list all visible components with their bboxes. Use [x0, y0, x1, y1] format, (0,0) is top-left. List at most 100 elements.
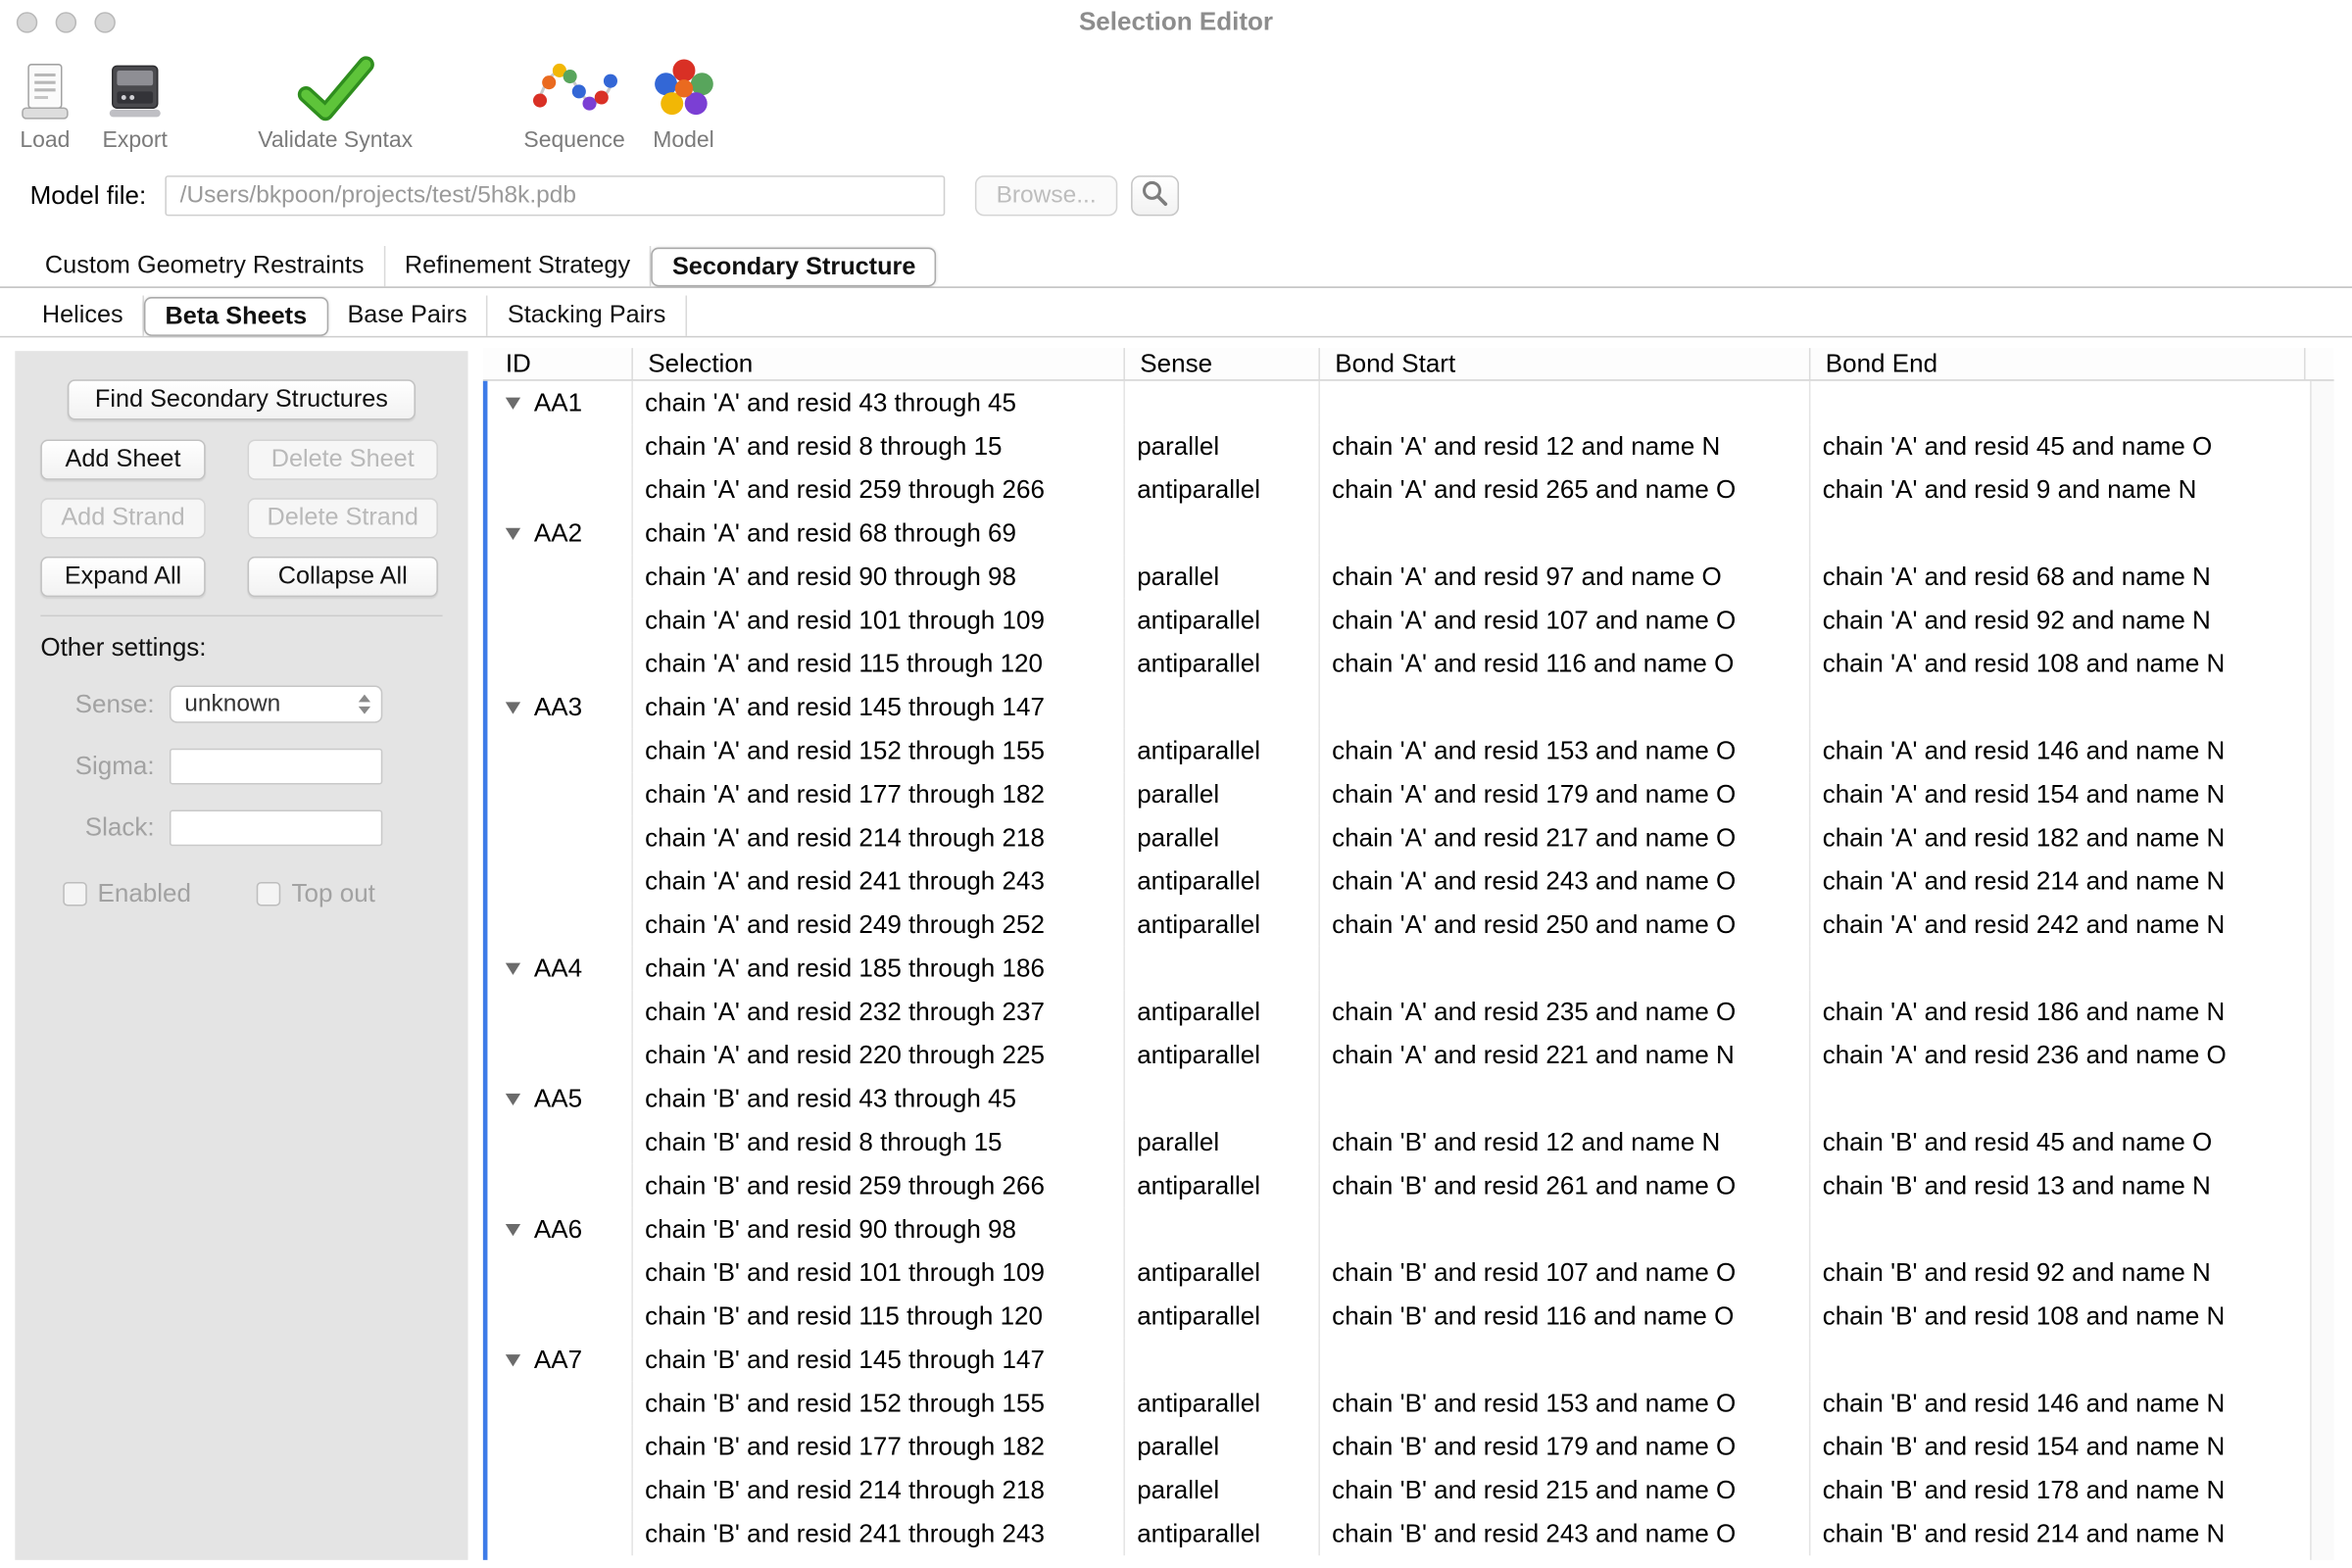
- cell-bond-end: chain 'B' and resid 13 and name N: [1810, 1164, 2311, 1207]
- cell-bond-start: chain 'A' and resid 221 and name N: [1320, 1034, 1811, 1077]
- find-secondary-structures-button[interactable]: Find Secondary Structures: [68, 379, 416, 419]
- tab-base-pairs[interactable]: Base Pairs: [328, 296, 488, 336]
- table-row[interactable]: chain 'A' and resid 8 through 15parallel…: [487, 424, 2311, 467]
- cell-sense: parallel: [1125, 1468, 1320, 1511]
- table-row[interactable]: AA7chain 'B' and resid 145 through 147: [487, 1338, 2311, 1381]
- cell-sense: [1125, 685, 1320, 728]
- zoom-window-button[interactable]: [94, 12, 115, 32]
- vertical-scrollbar[interactable]: [2310, 381, 2333, 1560]
- column-header-bond-start[interactable]: Bond Start: [1320, 348, 1811, 379]
- load-button[interactable]: Load: [15, 45, 74, 153]
- table-row[interactable]: chain 'B' and resid 241 through 243antip…: [487, 1512, 2311, 1555]
- add-strand-button[interactable]: Add Strand: [40, 498, 205, 538]
- table-row[interactable]: AA5chain 'B' and resid 43 through 45: [487, 1077, 2311, 1120]
- table-body[interactable]: AA1chain 'A' and resid 43 through 45chai…: [483, 381, 2312, 1560]
- table-row[interactable]: AA3chain 'A' and resid 145 through 147: [487, 685, 2311, 728]
- browse-button[interactable]: Browse...: [975, 175, 1117, 216]
- column-header-bond-end[interactable]: Bond End: [1810, 348, 2305, 379]
- cell-bond-end: chain 'B' and resid 146 and name N: [1810, 1382, 2311, 1425]
- table-row[interactable]: chain 'A' and resid 241 through 243antip…: [487, 859, 2311, 903]
- cell-selection: chain 'A' and resid 115 through 120: [633, 642, 1125, 685]
- cell-selection: chain 'A' and resid 43 through 45: [633, 381, 1125, 424]
- disclosure-triangle-icon[interactable]: [506, 1223, 520, 1235]
- tab-beta-sheets[interactable]: Beta Sheets: [144, 296, 327, 335]
- tab-secondary-structure[interactable]: Secondary Structure: [652, 247, 937, 286]
- disclosure-triangle-icon[interactable]: [506, 527, 520, 539]
- table-row[interactable]: chain 'A' and resid 249 through 252antip…: [487, 903, 2311, 946]
- delete-strand-button[interactable]: Delete Strand: [248, 498, 438, 538]
- table-row[interactable]: chain 'B' and resid 101 through 109antip…: [487, 1251, 2311, 1295]
- sigma-field[interactable]: [170, 749, 382, 785]
- disclosure-triangle-icon[interactable]: [506, 397, 520, 409]
- cell-selection: chain 'A' and resid 68 through 69: [633, 512, 1125, 555]
- sidebar: Find Secondary Structures Add Sheet Dele…: [15, 351, 467, 1560]
- top-out-checkbox[interactable]: [257, 882, 280, 906]
- disclosure-triangle-icon[interactable]: [506, 962, 520, 974]
- tab-stacking-pairs[interactable]: Stacking Pairs: [488, 296, 687, 336]
- column-header-id[interactable]: ID: [487, 348, 632, 379]
- table-row[interactable]: chain 'B' and resid 259 through 266antip…: [487, 1164, 2311, 1207]
- table-row[interactable]: chain 'A' and resid 90 through 98paralle…: [487, 555, 2311, 598]
- table-row[interactable]: chain 'B' and resid 115 through 120antip…: [487, 1295, 2311, 1338]
- model-file-input[interactable]: [165, 175, 945, 216]
- table-row[interactable]: AA1chain 'A' and resid 43 through 45: [487, 381, 2311, 424]
- expand-all-button[interactable]: Expand All: [40, 557, 205, 597]
- close-window-button[interactable]: [17, 12, 37, 32]
- table-row[interactable]: chain 'A' and resid 232 through 237antip…: [487, 990, 2311, 1033]
- table-row[interactable]: chain 'B' and resid 8 through 15parallel…: [487, 1120, 2311, 1163]
- cell-bond-start: chain 'A' and resid 116 and name O: [1320, 642, 1811, 685]
- sequence-button[interactable]: Sequence: [523, 45, 624, 153]
- sense-label: Sense:: [40, 689, 154, 719]
- cell-id: [487, 468, 632, 512]
- load-document-icon: [15, 45, 74, 123]
- table-row[interactable]: AA4chain 'A' and resid 185 through 186: [487, 947, 2311, 990]
- table-row[interactable]: chain 'B' and resid 152 through 155antip…: [487, 1382, 2311, 1425]
- column-header-selection[interactable]: Selection: [633, 348, 1125, 379]
- validate-syntax-button[interactable]: Validate Syntax: [258, 45, 413, 153]
- cell-selection: chain 'A' and resid 220 through 225: [633, 1034, 1125, 1077]
- cell-selection: chain 'A' and resid 232 through 237: [633, 990, 1125, 1033]
- cell-sense: antiparallel: [1125, 1512, 1320, 1555]
- disclosure-triangle-icon[interactable]: [506, 1353, 520, 1365]
- cell-id: [487, 729, 632, 772]
- table-header: ID Selection Sense Bond Start Bond End: [483, 348, 2334, 381]
- cell-selection: chain 'B' and resid 145 through 147: [633, 1338, 1125, 1381]
- table-row[interactable]: chain 'A' and resid 220 through 225antip…: [487, 1034, 2311, 1077]
- sense-dropdown[interactable]: unknown: [170, 685, 382, 722]
- enabled-checkbox[interactable]: [63, 882, 86, 906]
- disclosure-triangle-icon[interactable]: [506, 702, 520, 713]
- tab-refinement-strategy[interactable]: Refinement Strategy: [385, 246, 652, 286]
- minimize-window-button[interactable]: [56, 12, 76, 32]
- search-button[interactable]: [1131, 175, 1179, 216]
- table-row[interactable]: chain 'B' and resid 177 through 182paral…: [487, 1425, 2311, 1468]
- table-row[interactable]: chain 'A' and resid 259 through 266antip…: [487, 468, 2311, 512]
- collapse-all-button[interactable]: Collapse All: [248, 557, 438, 597]
- cell-bond-start: chain 'A' and resid 235 and name O: [1320, 990, 1811, 1033]
- table-row[interactable]: AA2chain 'A' and resid 68 through 69: [487, 512, 2311, 555]
- disclosure-triangle-icon[interactable]: [506, 1093, 520, 1104]
- delete-sheet-button[interactable]: Delete Sheet: [248, 439, 438, 479]
- export-button[interactable]: Export: [102, 45, 168, 153]
- cell-id: AA1: [487, 381, 632, 424]
- tab-helices[interactable]: Helices: [23, 296, 144, 336]
- cell-sense: [1125, 1207, 1320, 1250]
- model-button[interactable]: Model: [649, 45, 717, 153]
- column-header-sense[interactable]: Sense: [1125, 348, 1320, 379]
- cell-bond-start: [1320, 1077, 1811, 1120]
- table-row[interactable]: AA6chain 'B' and resid 90 through 98: [487, 1207, 2311, 1250]
- toolbar-item-label: Sequence: [523, 127, 624, 153]
- table-row[interactable]: chain 'A' and resid 177 through 182paral…: [487, 772, 2311, 815]
- table-row[interactable]: chain 'A' and resid 152 through 155antip…: [487, 729, 2311, 772]
- table-row[interactable]: chain 'A' and resid 115 through 120antip…: [487, 642, 2311, 685]
- toolbar-item-label: Validate Syntax: [258, 127, 413, 153]
- add-sheet-button[interactable]: Add Sheet: [40, 439, 205, 479]
- cell-id: [487, 1034, 632, 1077]
- table-row[interactable]: chain 'A' and resid 214 through 218paral…: [487, 816, 2311, 859]
- table-row[interactable]: chain 'B' and resid 214 through 218paral…: [487, 1468, 2311, 1511]
- model-file-row: Model file: Browse...: [0, 168, 2352, 227]
- cell-sense: antiparallel: [1125, 729, 1320, 772]
- table-row[interactable]: chain 'A' and resid 101 through 109antip…: [487, 599, 2311, 642]
- tab-custom-geometry-restraints[interactable]: Custom Geometry Restraints: [25, 246, 385, 286]
- slack-field[interactable]: [170, 810, 382, 847]
- cell-bond-end: chain 'A' and resid 236 and name O: [1810, 1034, 2311, 1077]
